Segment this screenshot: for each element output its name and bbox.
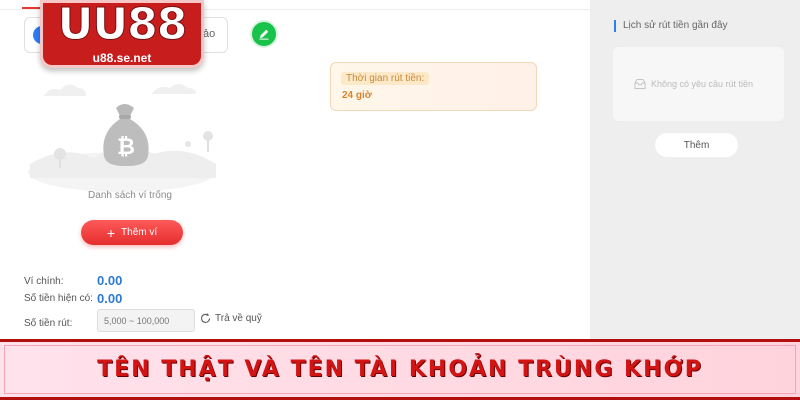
refund-label: Trả về quỹ — [215, 313, 262, 324]
svg-text:₿: ₿ — [117, 135, 135, 160]
main-wallet-label: Ví chính: — [24, 276, 64, 287]
withdrawal-time-value: 24 giờ — [342, 90, 372, 101]
logo-text: UU88 — [57, 0, 188, 51]
plus-icon: + — [106, 224, 116, 241]
withdrawal-time-label: Thời gian rút tiền: — [341, 72, 430, 85]
empty-wallet-text: Danh sách ví trống — [88, 190, 172, 201]
recent-withdrawals-empty-card: Không có yêu cầu rút tiền — [613, 47, 784, 121]
bitcoin-bag-icon: ₿ — [103, 104, 149, 166]
withdraw-amount-label: Số tiền rút: — [24, 318, 73, 329]
empty-wallet-illustration: ₿ — [28, 84, 216, 192]
refresh-icon — [200, 313, 211, 323]
no-withdrawals-message: Không có yêu cầu rút tiền — [633, 78, 753, 90]
recent-withdrawals-title: Lịch sử rút tiền gần đây — [614, 20, 728, 32]
wallet-tab-label: ảo — [203, 28, 216, 40]
inbox-icon — [634, 79, 646, 89]
headline-banner: TÊN THẬT VÀ TÊN TÀI KHOẢN TRÙNG KHỚP — [0, 339, 800, 400]
refund-button[interactable]: Trả về quỹ — [199, 312, 262, 325]
banner-title: TÊN THẬT VÀ TÊN TÀI KHOẢN TRÙNG KHỚP — [97, 357, 703, 382]
more-withdrawals-button[interactable]: Thêm — [655, 133, 738, 157]
edit-button[interactable] — [252, 22, 276, 46]
recent-withdrawals-sidebar: Lịch sử rút tiền gần đây Không có yêu cầ… — [590, 0, 800, 340]
no-withdrawals-text: Không có yêu cầu rút tiền — [651, 79, 754, 89]
edit-icon — [259, 29, 269, 40]
add-wallet-label: Thêm ví — [121, 227, 158, 238]
uu88-logo: UU88 u88.se.net — [40, 0, 204, 68]
logo-url: u88.se.net — [92, 51, 152, 65]
withdrawal-time-card: Thời gian rút tiền: 24 giờ — [330, 62, 537, 111]
withdraw-amount-input[interactable] — [97, 309, 195, 332]
available-balance-value: 0.00 — [97, 291, 123, 306]
main-wallet-value: 0.00 — [97, 273, 123, 288]
available-balance-label: Số tiền hiện có: — [24, 293, 93, 304]
add-wallet-button[interactable]: + Thêm ví — [81, 220, 183, 245]
